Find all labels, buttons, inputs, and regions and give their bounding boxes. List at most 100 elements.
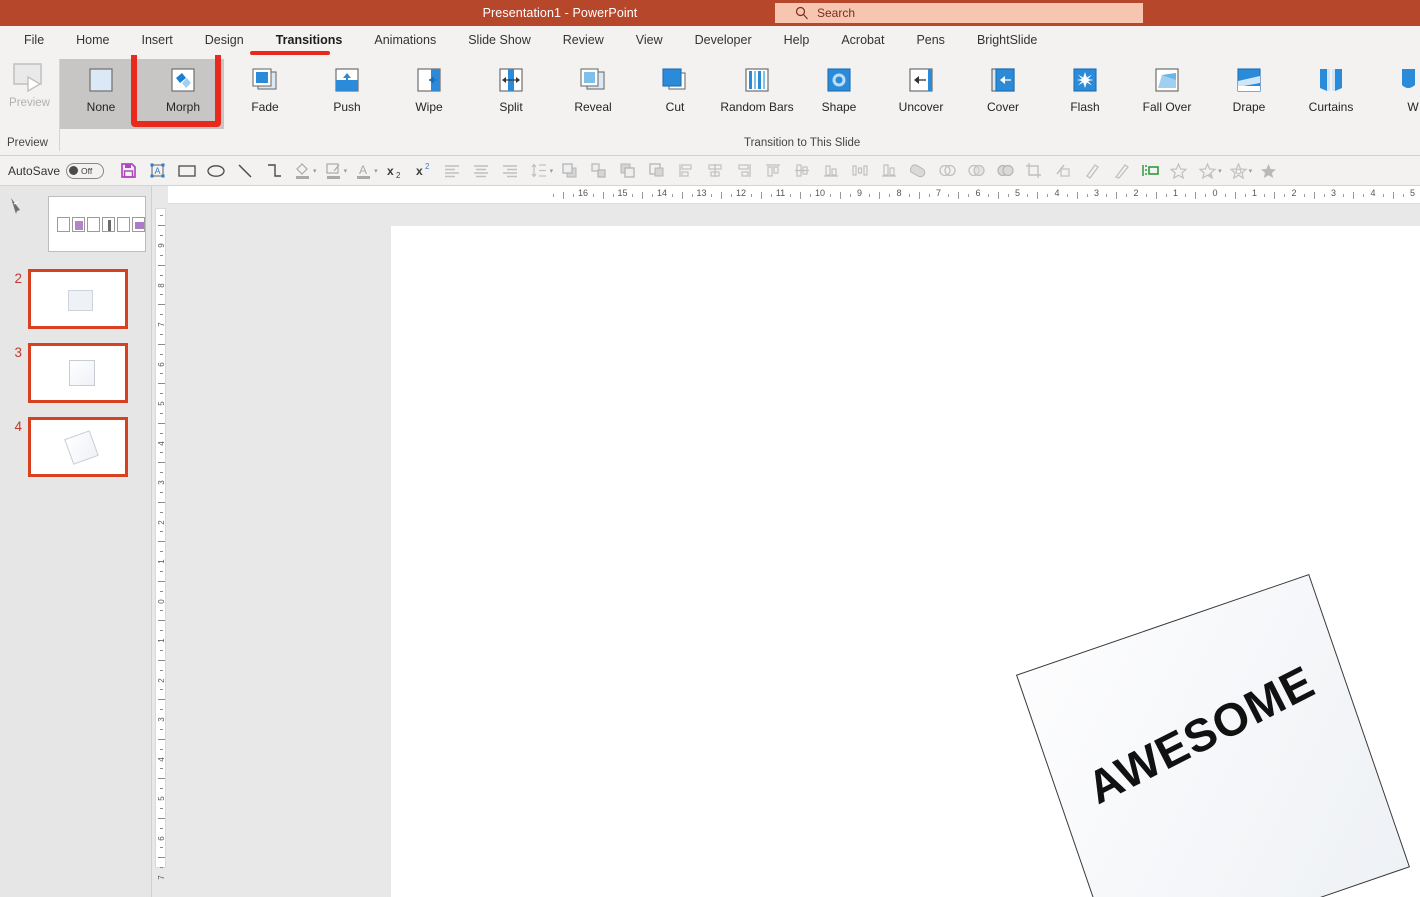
distribute-horizontally-icon[interactable]: [845, 157, 874, 185]
font-color-icon[interactable]: A: [349, 157, 378, 185]
list-item[interactable]: 4: [4, 417, 128, 477]
eyedropper-shape-icon[interactable]: [1048, 157, 1077, 185]
transition-split[interactable]: Split: [470, 59, 552, 129]
distribute-vertically-icon[interactable]: [874, 157, 903, 185]
awesome-shape-text: AWESOME: [1079, 654, 1324, 814]
reveal-transition-icon: [575, 67, 611, 94]
transition-curtains-label: Curtains: [1309, 100, 1354, 114]
ruler-tick-mark: [850, 194, 851, 197]
transition-fade[interactable]: Fade: [224, 59, 306, 129]
bring-forward-icon[interactable]: [584, 157, 613, 185]
transition-push[interactable]: Push: [306, 59, 388, 129]
merge-intersect-icon[interactable]: [990, 157, 1019, 185]
transition-cut[interactable]: Cut: [634, 59, 716, 129]
list-item[interactable]: [25, 196, 146, 252]
transition-fall-over-label: Fall Over: [1143, 100, 1192, 114]
ruler-tick-mark: [160, 847, 163, 848]
align-objects-center-icon[interactable]: [700, 157, 729, 185]
transition-drape[interactable]: Drape: [1208, 59, 1290, 129]
ruler-tick-mark: [1235, 192, 1236, 199]
align-objects-left-icon[interactable]: [671, 157, 700, 185]
slide-thumbnail[interactable]: [28, 417, 128, 477]
tab-brightslide[interactable]: BrightSlide: [961, 26, 1053, 55]
line-spacing-icon[interactable]: [525, 157, 554, 185]
ruler-tick-label: 5: [1015, 188, 1020, 198]
superscript-icon[interactable]: x2: [409, 157, 438, 185]
bring-to-front-icon[interactable]: [555, 157, 584, 185]
svg-text:x: x: [416, 164, 423, 178]
pen-icon[interactable]: [1106, 157, 1135, 185]
add-star-icon[interactable]: [1193, 157, 1222, 185]
merge-union-icon[interactable]: [903, 157, 932, 185]
shape-fill-icon[interactable]: [288, 157, 317, 185]
align-left-icon[interactable]: [438, 157, 467, 185]
send-to-back-icon[interactable]: [613, 157, 642, 185]
align-objects-top-icon[interactable]: [758, 157, 787, 185]
tab-home[interactable]: Home: [60, 26, 125, 55]
transition-fall-over[interactable]: Fall Over: [1126, 59, 1208, 129]
slide-thumbnail[interactable]: [28, 343, 128, 403]
line-shape-icon[interactable]: [230, 157, 259, 185]
transition-curtains[interactable]: Curtains: [1290, 59, 1372, 129]
transition-morph[interactable]: Morph: [142, 59, 224, 129]
tab-acrobat[interactable]: Acrobat: [825, 26, 900, 55]
transition-morph-label: Morph: [166, 100, 200, 114]
star-shape-icon[interactable]: [1164, 157, 1193, 185]
transition-wind[interactable]: W: [1372, 59, 1420, 129]
awesome-square-shape[interactable]: AWESOME: [1016, 574, 1410, 897]
format-painter-pen-icon[interactable]: [1077, 157, 1106, 185]
merge-fragment-icon[interactable]: [961, 157, 990, 185]
ruler-tick-mark: [160, 215, 163, 216]
slide-thumbnail[interactable]: [28, 269, 128, 329]
transition-flash[interactable]: Flash: [1044, 59, 1126, 129]
ruler-tick-mark: [158, 699, 165, 700]
save-icon[interactable]: [114, 157, 143, 185]
tab-file[interactable]: File: [8, 26, 60, 55]
transition-shape[interactable]: Shape: [798, 59, 880, 129]
oval-shape-icon[interactable]: [201, 157, 230, 185]
align-right-icon[interactable]: [496, 157, 525, 185]
tab-pens[interactable]: Pens: [900, 26, 961, 55]
star-filled-icon[interactable]: [1254, 157, 1283, 185]
list-item[interactable]: 3: [4, 343, 128, 403]
align-objects-right-icon[interactable]: [729, 157, 758, 185]
transition-wipe[interactable]: Wipe: [388, 59, 470, 129]
send-backward-icon[interactable]: [642, 157, 671, 185]
vertical-ruler[interactable]: 98765432101234567: [155, 208, 166, 868]
tab-view[interactable]: View: [620, 26, 679, 55]
transition-cover[interactable]: Cover: [962, 59, 1044, 129]
elbow-connector-icon[interactable]: [259, 157, 288, 185]
align-objects-bottom-icon[interactable]: [816, 157, 845, 185]
tab-slide-show[interactable]: Slide Show: [452, 26, 547, 55]
tab-design[interactable]: Design: [189, 26, 260, 55]
slide-thumbnail-panel[interactable]: 2 3 4: [0, 186, 152, 897]
search-box[interactable]: Search: [775, 3, 1143, 23]
star-settings-icon[interactable]: [1224, 157, 1253, 185]
text-box-icon[interactable]: A: [143, 157, 172, 185]
slide-surface[interactable]: AWESOME: [168, 226, 1420, 897]
autosave-toggle[interactable]: Off: [66, 163, 104, 179]
transition-reveal[interactable]: Reveal: [552, 59, 634, 129]
subscript-icon[interactable]: x2: [380, 157, 409, 185]
rectangle-shape-icon[interactable]: [172, 157, 201, 185]
list-item[interactable]: 2: [4, 269, 128, 329]
tab-animations[interactable]: Animations: [358, 26, 452, 55]
tab-insert[interactable]: Insert: [126, 26, 189, 55]
transition-uncover[interactable]: Uncover: [880, 59, 962, 129]
alignment-guide-icon[interactable]: [1135, 157, 1164, 185]
crop-icon[interactable]: [1019, 157, 1048, 185]
align-objects-middle-icon[interactable]: [787, 157, 816, 185]
tab-developer[interactable]: Developer: [679, 26, 768, 55]
align-center-icon[interactable]: [467, 157, 496, 185]
transition-random-bars[interactable]: Random Bars: [716, 59, 798, 129]
slide-thumbnail[interactable]: [48, 196, 146, 252]
preview-icon[interactable]: [10, 61, 50, 95]
transition-none[interactable]: None: [60, 59, 142, 129]
horizontal-ruler[interactable]: 161514131211109876543210123456789: [168, 186, 1420, 204]
ruler-tick-mark: [160, 413, 163, 414]
tab-review[interactable]: Review: [547, 26, 620, 55]
merge-combine-icon[interactable]: [932, 157, 961, 185]
ruler-tick-label: 5: [157, 398, 166, 409]
shape-outline-icon[interactable]: [319, 157, 348, 185]
tab-help[interactable]: Help: [768, 26, 826, 55]
